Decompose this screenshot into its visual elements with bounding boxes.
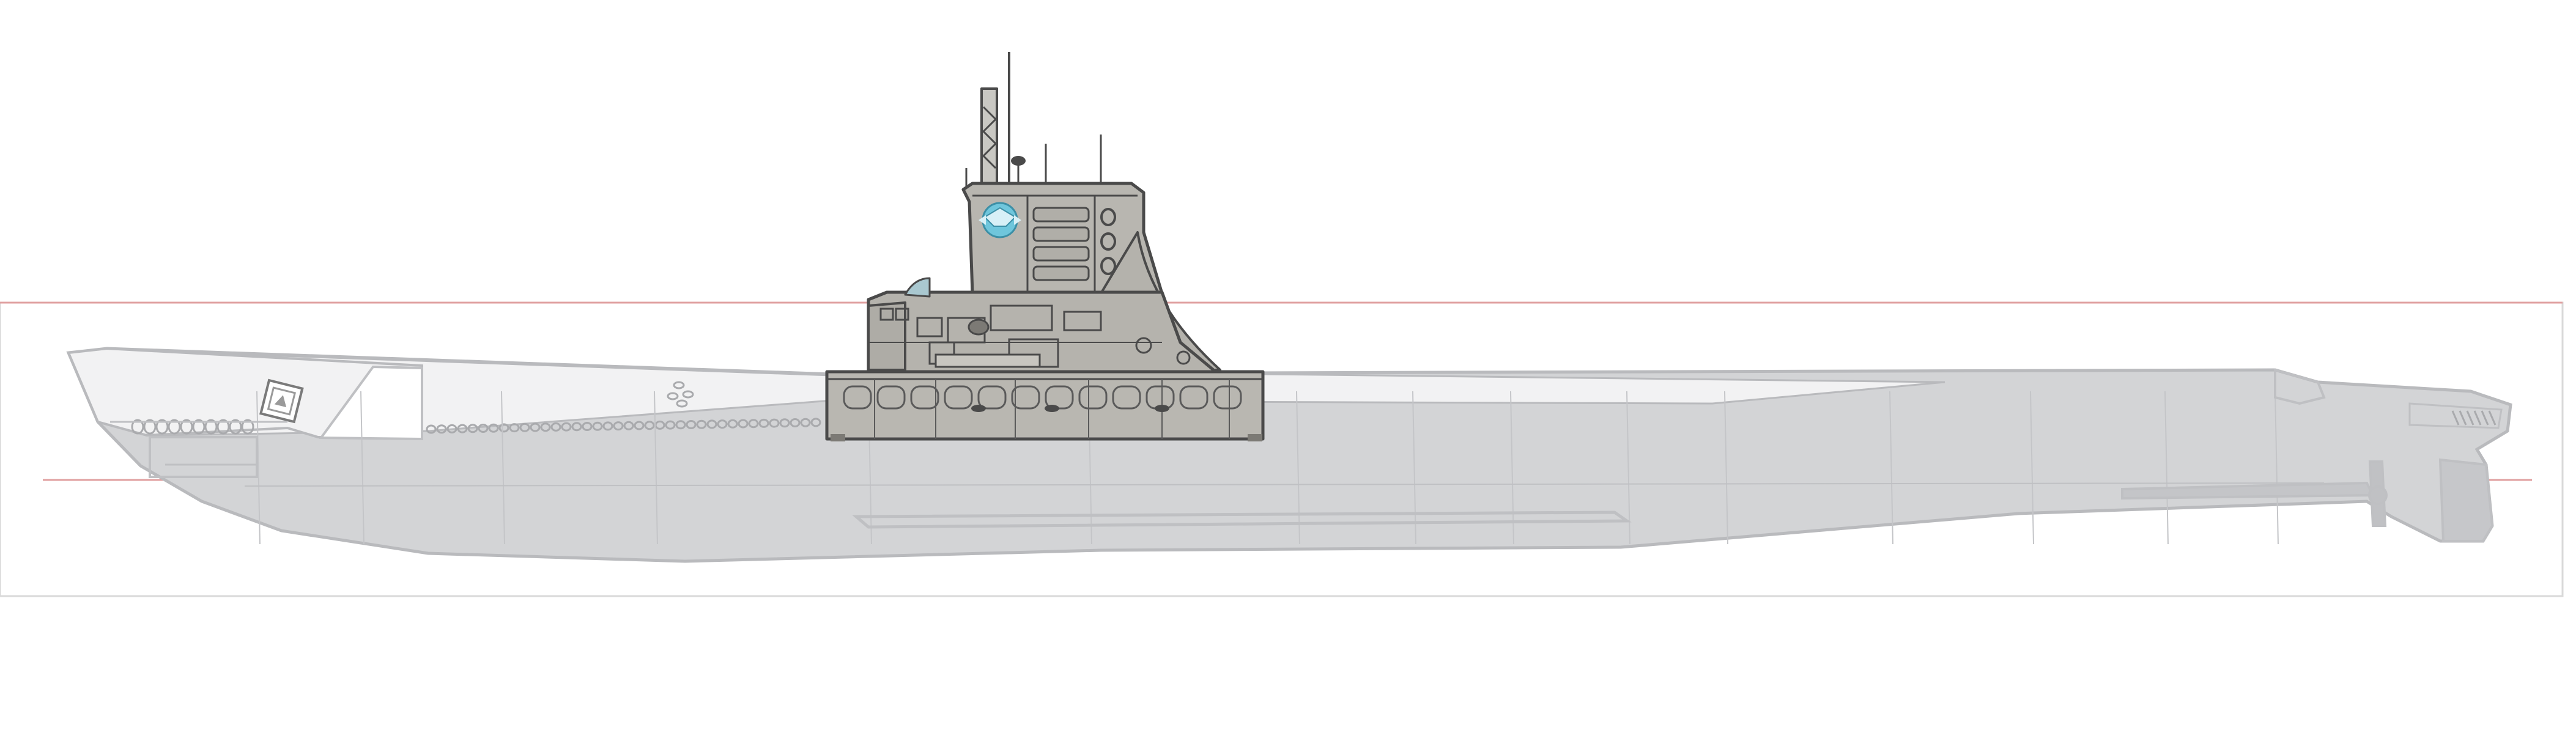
tower-hatch	[968, 319, 990, 336]
base-hatch	[1155, 405, 1169, 412]
bridge-shield	[904, 277, 931, 298]
direction-finder	[1011, 156, 1026, 166]
bridge-panel	[1032, 207, 1090, 223]
base-foot-left	[831, 434, 845, 441]
tower-middle	[867, 290, 1219, 375]
bridge-panel	[1032, 265, 1090, 281]
tower-rail	[935, 353, 1041, 368]
bridge-panel	[1032, 246, 1090, 262]
conning-tower	[825, 52, 1265, 441]
tower-base	[825, 370, 1265, 441]
submarine-drawing	[0, 52, 2564, 597]
base-hatch	[1045, 405, 1059, 412]
base-hatch	[971, 405, 986, 412]
bridge-front	[867, 301, 906, 371]
hull	[66, 347, 2512, 563]
base-foot-right	[1248, 434, 1262, 441]
bridge-panel	[1032, 226, 1090, 242]
rudder	[2438, 458, 2494, 542]
square-emblem-icon	[259, 378, 304, 424]
propeller-hub	[2368, 485, 2388, 505]
